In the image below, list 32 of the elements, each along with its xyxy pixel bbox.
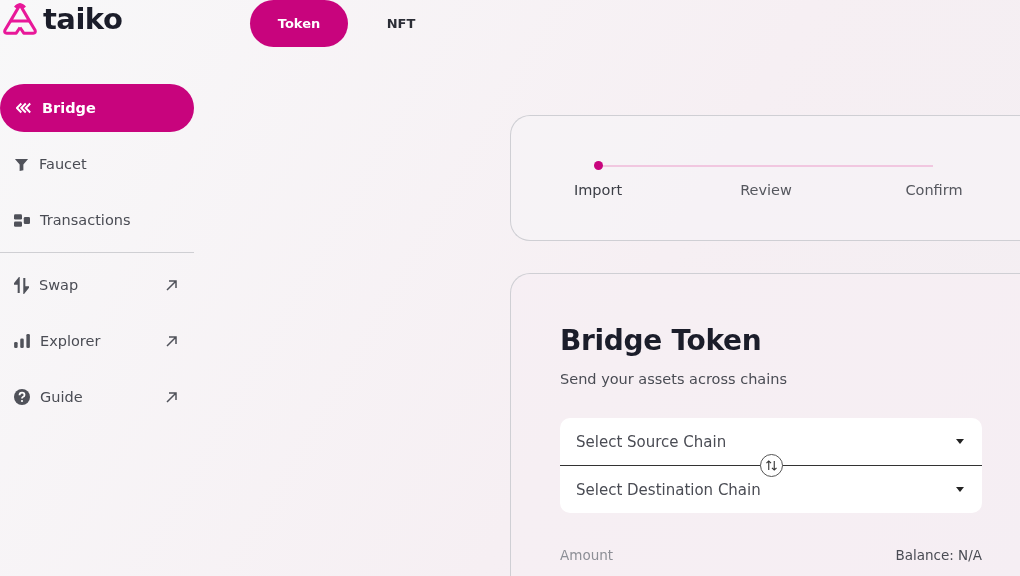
help-icon bbox=[14, 389, 30, 405]
logo-icon bbox=[1, 2, 39, 36]
caret-icon bbox=[956, 487, 964, 492]
external-link-icon bbox=[166, 335, 178, 347]
chain-dropdown[interactable]: Select Source Chain bbox=[560, 418, 982, 465]
external-link-icon bbox=[166, 279, 178, 291]
sidebar-item[interactable]: Bridge bbox=[0, 84, 194, 132]
sidebar-item[interactable]: Faucet bbox=[0, 140, 194, 188]
funnel-icon bbox=[14, 156, 29, 172]
swap-arrows-icon bbox=[14, 276, 29, 294]
swap-button[interactable] bbox=[759, 454, 783, 477]
sidebar-item[interactable]: Transactions bbox=[0, 196, 194, 244]
logo-text: taiko bbox=[43, 2, 123, 36]
balance-text: Balance: N/A bbox=[895, 547, 982, 563]
step-label: Review bbox=[740, 182, 792, 198]
step-label: Confirm bbox=[905, 182, 963, 198]
sidebar-item[interactable]: Swap bbox=[0, 261, 194, 309]
caret-icon bbox=[956, 439, 964, 444]
sidebar-item[interactable]: Guide bbox=[0, 373, 194, 421]
bar-chart-icon bbox=[14, 334, 30, 348]
card-subtitle: Send your assets across chains bbox=[560, 371, 788, 387]
blocks-icon bbox=[14, 213, 30, 227]
step-label: Import bbox=[573, 182, 623, 198]
tab[interactable]: Token bbox=[250, 0, 348, 47]
card-title: Bridge Token bbox=[560, 324, 763, 357]
tab[interactable]: NFT bbox=[352, 0, 450, 47]
sidebar-item[interactable]: Explorer bbox=[0, 317, 194, 365]
chevrons-icon bbox=[16, 101, 32, 115]
external-link-icon bbox=[166, 391, 178, 403]
swap-arrows-icon bbox=[764, 460, 778, 471]
chain-dropdown[interactable]: Select Destination Chain bbox=[560, 466, 982, 513]
amount-label: Amount bbox=[560, 547, 614, 563]
